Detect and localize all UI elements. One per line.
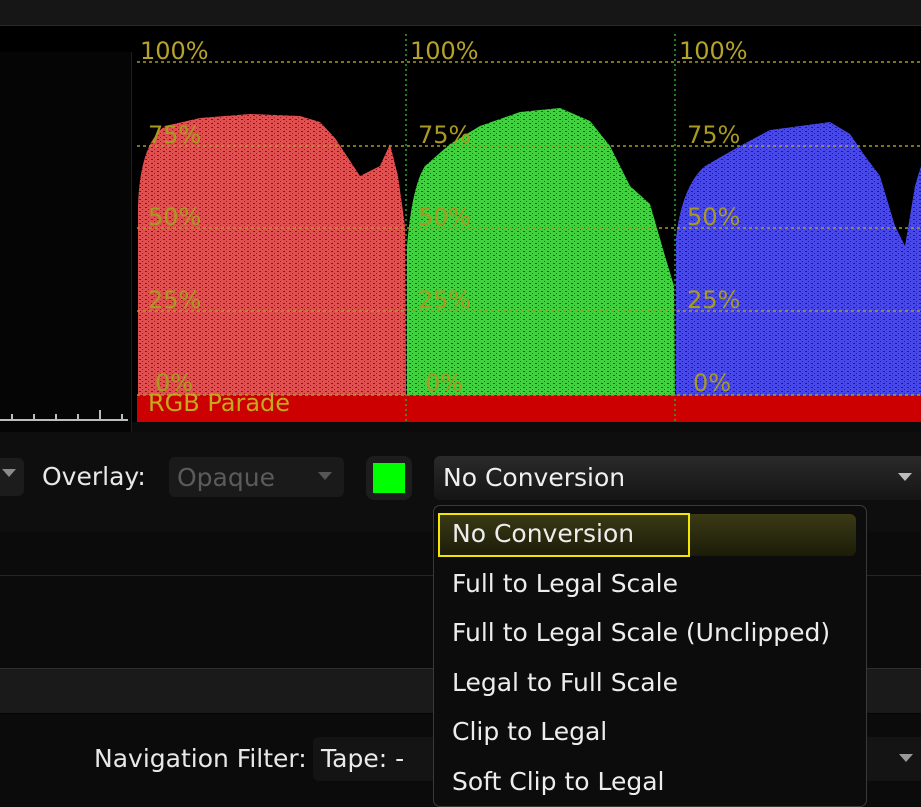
conversion-value: No Conversion [443, 463, 626, 492]
pct-0-blue: 0% [693, 369, 732, 397]
overlay-value: Opaque [177, 463, 275, 492]
pct-100-blue: 100% [679, 37, 748, 65]
conversion-select[interactable]: No Conversion [434, 456, 921, 500]
color-swatch [373, 463, 405, 493]
pct-100-green: 100% [410, 37, 479, 65]
rgb-parade-scope: 1000 100% 100% 100% 75% 75% 75% 50% 50% … [0, 26, 921, 465]
menu-item-soft-clip-to-legal[interactable]: Soft Clip to Legal [452, 767, 665, 796]
chevron-down-icon [318, 472, 332, 480]
pct-75-green: 75% [418, 121, 472, 149]
conversion-dropdown-menu: No Conversion Full to Legal Scale Full t… [433, 505, 867, 807]
menu-item-no-conversion[interactable]: No Conversion [452, 519, 634, 548]
navigation-filter-value: Tape: - [321, 744, 405, 773]
overlay-label: Overlay: [42, 462, 146, 491]
left-dropdown-edge[interactable] [0, 458, 24, 496]
pct-50-red: 50% [148, 203, 202, 231]
top-toolbar [0, 0, 921, 26]
pct-25-blue: 25% [687, 286, 741, 314]
overlay-select[interactable]: Opaque [169, 457, 344, 497]
pct-25-green: 25% [418, 286, 472, 314]
chevron-down-icon [899, 754, 913, 762]
pct-50-green: 50% [418, 203, 472, 231]
pct-75-blue: 75% [687, 121, 741, 149]
menu-item-full-to-legal-unclipped[interactable]: Full to Legal Scale (Unclipped) [452, 618, 830, 647]
chevron-down-icon [2, 469, 16, 477]
menu-item-clip-to-legal[interactable]: Clip to Legal [452, 717, 607, 746]
pct-25-red: 25% [148, 286, 202, 314]
scope-title: RGB Parade [148, 389, 291, 417]
pct-75-red: 75% [148, 121, 202, 149]
overlay-color-button[interactable] [366, 456, 412, 500]
navigation-filter-label: Navigation Filter: [94, 744, 307, 773]
menu-item-full-to-legal[interactable]: Full to Legal Scale [452, 569, 678, 598]
scale-ticks [0, 410, 128, 421]
pct-100-red: 100% [140, 37, 209, 65]
scale-panel: 1000 [0, 52, 132, 465]
menu-item-legal-to-full[interactable]: Legal to Full Scale [452, 668, 678, 697]
pct-50-blue: 50% [687, 203, 741, 231]
chevron-down-icon [898, 473, 912, 481]
pct-0-green: 0% [425, 369, 464, 397]
